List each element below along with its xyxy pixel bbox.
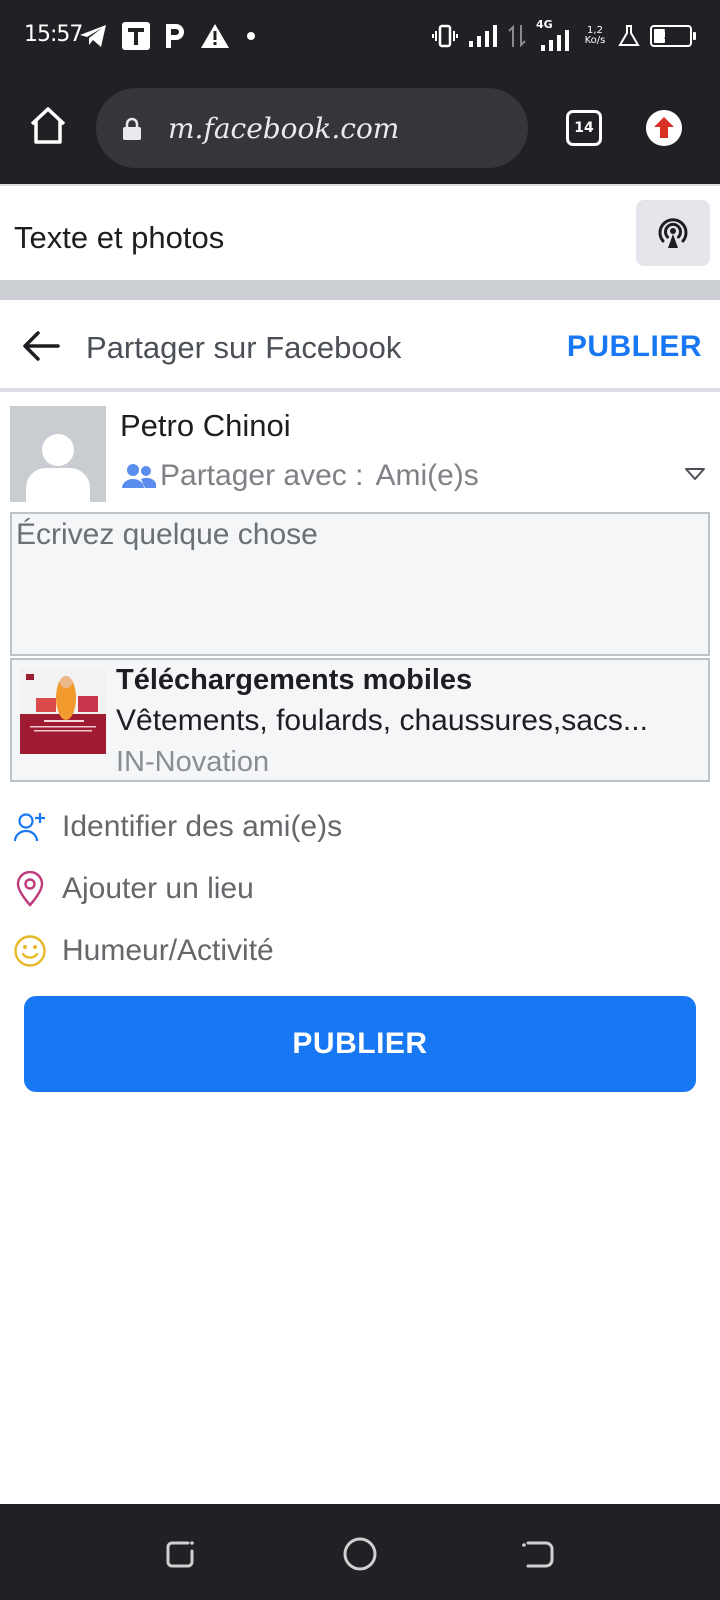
link-source: IN-Novation bbox=[116, 746, 270, 778]
audience-label: Partager avec : bbox=[160, 459, 364, 492]
default-avatar-icon bbox=[26, 434, 90, 502]
avatar bbox=[10, 406, 106, 502]
network-speed: 1,2 Ko/s bbox=[582, 26, 608, 46]
dot-icon bbox=[247, 32, 255, 40]
telegram-icon bbox=[80, 25, 106, 47]
t-app-icon bbox=[122, 22, 150, 50]
status-bar: 15:57 4G 1,2 Ko/s 31 bbox=[0, 0, 720, 72]
network-4g: 4G bbox=[536, 18, 572, 52]
back-arrow-icon[interactable] bbox=[20, 328, 62, 364]
action-label: Ajouter un lieu bbox=[62, 872, 254, 905]
action-tag-friends[interactable]: Identifier des ami(e)s bbox=[12, 800, 342, 854]
battery-percent: 31 bbox=[663, 28, 679, 42]
post-text-input[interactable]: Écrivez quelque chose bbox=[10, 512, 710, 656]
url-text: m.facebook.com bbox=[168, 112, 400, 145]
location-pin-icon bbox=[12, 871, 48, 907]
battery-icon: 31 bbox=[650, 25, 696, 47]
action-add-location[interactable]: Ajouter un lieu bbox=[12, 862, 254, 916]
share-title: Partager sur Facebook bbox=[86, 330, 402, 365]
audience-value: Ami(e)s bbox=[375, 459, 479, 492]
podcast-icon bbox=[658, 218, 688, 248]
friends-icon bbox=[122, 464, 156, 488]
signal-icon bbox=[469, 25, 497, 47]
action-label: Humeur/Activité bbox=[62, 934, 274, 967]
home-circle-icon[interactable] bbox=[340, 1534, 380, 1574]
live-audio-button[interactable] bbox=[636, 200, 710, 266]
lock-icon bbox=[123, 117, 141, 140]
chevron-down-icon[interactable] bbox=[684, 466, 706, 482]
system-icons: 4G 1,2 Ko/s 31 bbox=[432, 18, 696, 54]
user-name: Petro Chinoi bbox=[120, 408, 291, 443]
link-thumbnail bbox=[20, 668, 106, 754]
warning-icon bbox=[201, 24, 229, 48]
back-icon[interactable] bbox=[520, 1534, 560, 1574]
composer-type-title: Texte et photos bbox=[14, 220, 225, 255]
p-app-icon bbox=[166, 24, 184, 48]
flask-icon bbox=[618, 25, 640, 46]
share-header: Partager sur Facebook PUBLIER bbox=[0, 300, 720, 392]
vibrate-icon bbox=[432, 24, 458, 48]
network-speed-unit: Ko/s bbox=[584, 35, 606, 46]
separator-band bbox=[0, 280, 720, 300]
action-label: Identifier des ami(e)s bbox=[62, 810, 343, 843]
update-menu-icon[interactable] bbox=[646, 110, 682, 146]
action-mood-activity[interactable]: Humeur/Activité bbox=[12, 924, 274, 978]
publish-button[interactable]: PUBLIER bbox=[24, 996, 696, 1092]
smiley-icon bbox=[12, 933, 48, 969]
audience-selector[interactable]: Partager avec : Ami(e)s bbox=[122, 456, 479, 496]
tag-friends-icon bbox=[12, 809, 48, 845]
browser-toolbar: m.facebook.com 14 bbox=[0, 72, 720, 184]
publish-link-top[interactable]: PUBLIER bbox=[567, 330, 702, 364]
address-bar[interactable]: m.facebook.com bbox=[96, 88, 528, 168]
status-time: 15:57 bbox=[24, 22, 83, 47]
notification-icons bbox=[78, 18, 258, 54]
post-text-placeholder: Écrivez quelque chose bbox=[16, 518, 318, 551]
link-description: Vêtements, foulards, chaussures,sacs... bbox=[116, 704, 648, 737]
signal-4g-icon bbox=[541, 30, 569, 51]
recents-icon[interactable] bbox=[160, 1534, 200, 1574]
home-icon[interactable] bbox=[26, 104, 70, 148]
link-preview-card[interactable]: Téléchargements mobiles Vêtements, foula… bbox=[10, 658, 710, 782]
data-arrows-icon bbox=[508, 24, 526, 48]
composer-type-header: Texte et photos bbox=[0, 184, 720, 280]
system-nav-bar bbox=[0, 1504, 720, 1600]
thumbnail-image bbox=[20, 668, 106, 754]
link-title: Téléchargements mobiles bbox=[116, 664, 473, 696]
tab-switcher-button[interactable]: 14 bbox=[566, 110, 602, 146]
